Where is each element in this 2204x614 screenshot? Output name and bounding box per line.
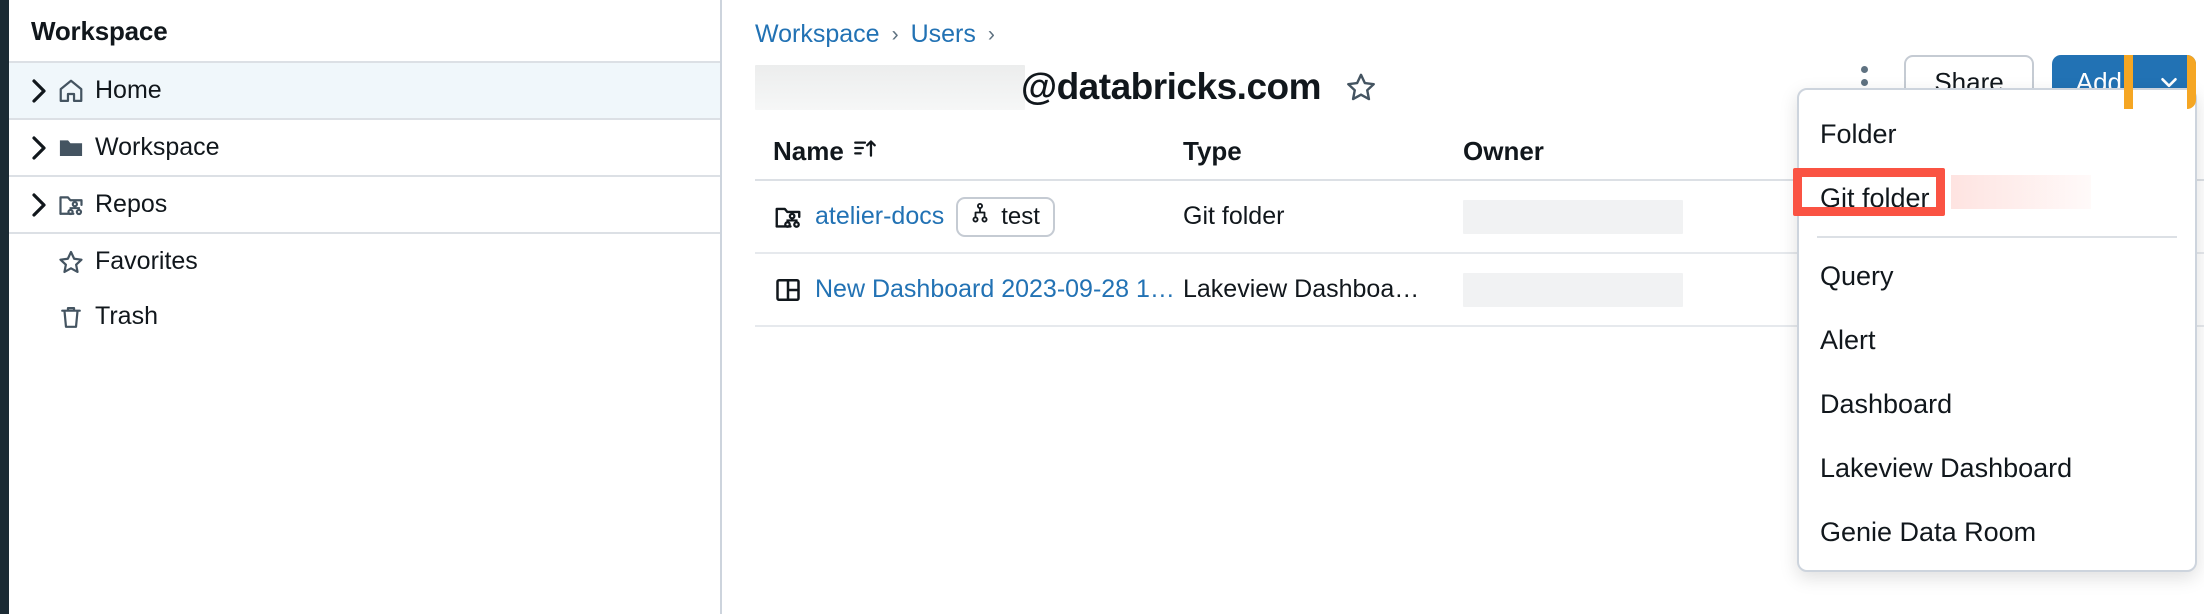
menu-item-genie-data-room[interactable]: Genie Data Room — [1799, 500, 2195, 564]
folder-icon — [57, 134, 91, 162]
row-name-link[interactable]: atelier-docs — [815, 202, 944, 231]
add-dropdown-menu: Folder Git folder Query Alert Dashboard … — [1793, 88, 2197, 572]
chevron-right-icon[interactable] — [31, 192, 57, 218]
page-title: @databricks.com — [1021, 66, 1322, 107]
sidebar-title: Workspace — [31, 16, 168, 46]
star-icon — [57, 248, 91, 276]
sidebar-group-shortcuts: Favorites Trash — [9, 232, 720, 344]
column-header-label: Name — [773, 135, 844, 166]
favorite-star-button[interactable] — [1343, 69, 1379, 105]
sidebar: Workspace Home Workspace Repos Favorites… — [9, 0, 720, 614]
cell-owner — [1463, 272, 1763, 307]
sidebar-item-trash[interactable]: Trash — [9, 289, 720, 344]
git-folder-icon — [57, 191, 91, 219]
menu-item-git-folder[interactable]: Git folder — [1799, 166, 2195, 230]
column-header-owner[interactable]: Owner — [1463, 136, 1763, 167]
breadcrumb-item-workspace[interactable]: Workspace — [755, 20, 880, 49]
sidebar-group-repos: Repos — [9, 175, 720, 232]
menu-item-lakeview-dashboard[interactable]: Lakeview Dashboard — [1799, 436, 2195, 500]
breadcrumb: Workspace › Users › — [722, 0, 2204, 49]
sidebar-item-label: Home — [95, 76, 162, 104]
home-icon — [57, 77, 91, 105]
sidebar-item-workspace[interactable]: Workspace — [9, 120, 720, 175]
breadcrumb-item-users[interactable]: Users — [911, 20, 976, 49]
menu-item-query[interactable]: Query — [1799, 244, 2195, 308]
breadcrumb-separator-icon: › — [891, 23, 899, 46]
menu-item-folder[interactable]: Folder — [1799, 102, 2195, 166]
branch-name-label: test — [1001, 202, 1040, 230]
column-header-name[interactable]: Name — [773, 135, 1183, 168]
menu-item-git-folder-wrapper: Git folder — [1793, 166, 2195, 230]
cell-owner — [1463, 199, 1763, 234]
cell-type: Lakeview Dashboa… — [1183, 275, 1420, 303]
cell-name: atelier-docs test — [773, 196, 1183, 237]
sidebar-item-label: Workspace — [95, 133, 220, 161]
redacted-username-block — [755, 64, 1025, 110]
sidebar-group-home: Home — [9, 61, 720, 118]
git-branch-badge[interactable]: test — [956, 196, 1055, 237]
sidebar-item-home[interactable]: Home — [9, 63, 720, 118]
trash-icon — [57, 303, 91, 331]
sidebar-item-label: Favorites — [95, 247, 198, 275]
main-content: Workspace › Users › @databricks.com Shar… — [722, 0, 2204, 614]
chevron-right-icon[interactable] — [31, 78, 57, 104]
menu-item-dashboard[interactable]: Dashboard — [1799, 372, 2195, 436]
workspace-browser-screen: Workspace Home Workspace Repos Favorites… — [0, 0, 2204, 614]
menu-item-alert[interactable]: Alert — [1799, 308, 2195, 372]
sidebar-group-workspace: Workspace — [9, 118, 720, 175]
sidebar-item-favorites[interactable]: Favorites — [9, 234, 720, 289]
menu-divider — [1817, 236, 2177, 238]
column-header-type[interactable]: Type — [1183, 136, 1463, 167]
sidebar-item-label: Repos — [95, 190, 168, 218]
cell-type: Git folder — [1183, 202, 1285, 230]
branch-icon — [968, 201, 992, 232]
sidebar-item-repos[interactable]: Repos — [9, 177, 720, 232]
dashboard-icon — [773, 275, 803, 305]
breadcrumb-separator-icon: › — [987, 23, 995, 46]
app-left-rail — [0, 0, 9, 614]
sidebar-item-label: Trash — [95, 302, 158, 330]
sort-ascending-icon[interactable] — [852, 135, 878, 168]
redacted-owner-block — [1463, 272, 1683, 307]
git-folder-icon — [773, 202, 803, 232]
cell-name: New Dashboard 2023-09-28 1… — [773, 275, 1183, 305]
row-name-link[interactable]: New Dashboard 2023-09-28 1… — [815, 275, 1175, 304]
redacted-owner-block — [1463, 199, 1683, 234]
chevron-right-icon[interactable] — [31, 135, 57, 161]
